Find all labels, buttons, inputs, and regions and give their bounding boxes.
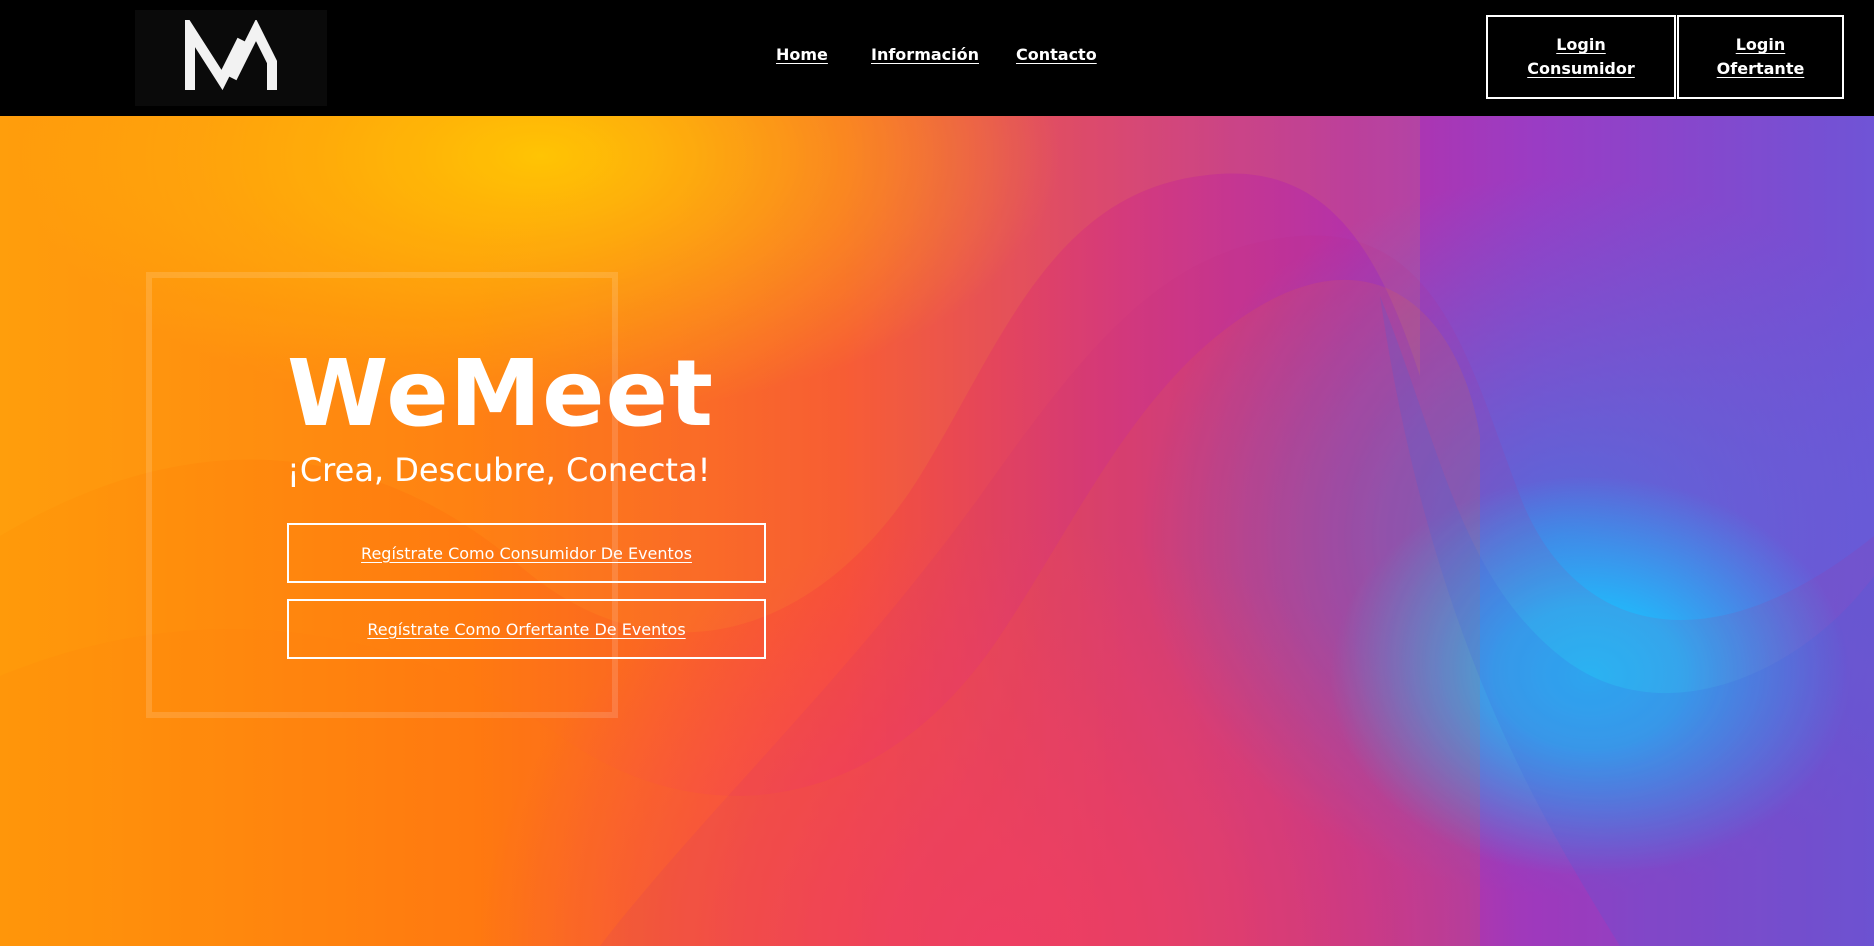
login-consumer-line2: Consumidor xyxy=(1527,59,1635,78)
login-offerer-button[interactable]: Login Ofertante xyxy=(1677,15,1844,99)
login-consumer-label: Login Consumidor xyxy=(1527,33,1635,81)
login-consumer-line1: Login xyxy=(1556,35,1606,54)
login-consumer-button[interactable]: Login Consumidor xyxy=(1486,15,1676,99)
nav-info-link[interactable]: Información xyxy=(871,45,979,64)
wm-logo-icon xyxy=(185,20,277,91)
hero-section: WeMeet ¡Crea, Descubre, Conecta! Regístr… xyxy=(0,116,1874,946)
login-offerer-line2: Ofertante xyxy=(1716,59,1805,78)
login-offerer-label: Login Ofertante xyxy=(1717,33,1805,81)
logo[interactable] xyxy=(135,10,327,106)
hero-title: WeMeet xyxy=(287,340,714,447)
nav-home-link[interactable]: Home xyxy=(776,45,828,64)
register-consumer-button[interactable]: Regístrate Como Consumidor De Eventos xyxy=(287,523,766,583)
top-header: Home Información Contacto Login Consumid… xyxy=(0,0,1874,116)
hero-subtitle: ¡Crea, Descubre, Conecta! xyxy=(287,451,711,489)
login-offerer-line1: Login xyxy=(1735,35,1786,54)
register-offerer-button[interactable]: Regístrate Como Orfertante De Eventos xyxy=(287,599,766,659)
nav-contact-link[interactable]: Contacto xyxy=(1016,45,1097,64)
